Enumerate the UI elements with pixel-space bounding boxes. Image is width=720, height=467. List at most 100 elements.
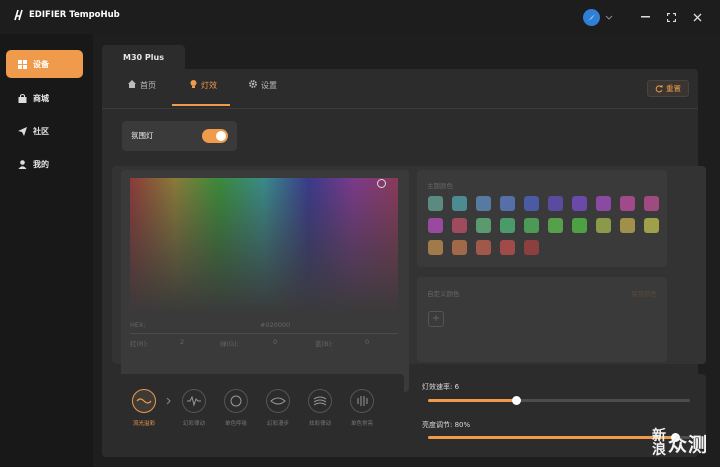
edifier-logo-icon: [14, 9, 23, 21]
effect-mode-eye[interactable]: 幻彩漫步: [258, 389, 298, 427]
sidebar-item-community[interactable]: 社区: [6, 117, 83, 145]
red-label: 红(R):: [130, 340, 149, 348]
tab-home[interactable]: 首页: [128, 80, 156, 106]
sidebar-item-label: 我的: [33, 159, 49, 169]
preset-swatch[interactable]: [452, 196, 467, 211]
effect-mode-label: 幻彩漫步: [266, 421, 289, 427]
close-button[interactable]: [684, 7, 710, 27]
preset-swatch[interactable]: [524, 218, 539, 233]
paper-plane-icon: [18, 126, 27, 136]
home-icon: [128, 80, 136, 88]
reset-button[interactable]: 重置: [647, 80, 689, 97]
preset-swatch[interactable]: [644, 218, 659, 233]
speed-slider-handle[interactable]: [512, 396, 522, 405]
app-title: EDIFIER TempoHub: [29, 10, 120, 20]
title-bar: EDIFIER TempoHub: [0, 0, 720, 34]
color-spectrum[interactable]: [130, 178, 398, 313]
preset-swatch[interactable]: [572, 196, 587, 211]
hex-label: HEX:: [130, 321, 146, 329]
preset-swatch[interactable]: [452, 218, 467, 233]
sidebar-item-label: 商城: [33, 93, 49, 103]
effect-mode-label: 流光溢彩: [132, 421, 155, 427]
ambient-light-toggle[interactable]: [202, 129, 228, 143]
red-value[interactable]: 2: [180, 338, 184, 346]
expand-icon: [666, 12, 676, 22]
tab-settings[interactable]: 设置: [249, 80, 277, 106]
speed-label: 灯效速率: 6: [422, 383, 460, 391]
preset-swatch[interactable]: [428, 218, 443, 233]
user-icon: [18, 159, 27, 169]
chevron-right-icon: [166, 397, 171, 405]
speed-slider-fill: [428, 399, 517, 402]
effect-mode-label: 幻彩律动: [182, 421, 205, 427]
effect-mode-swirl[interactable]: 炫彩律动: [300, 389, 340, 427]
close-icon: [693, 13, 701, 21]
device-tab[interactable]: M30 Plus: [102, 45, 185, 69]
preset-swatch[interactable]: [644, 196, 659, 211]
effect-mode-wave[interactable]: 流光溢彩: [124, 389, 164, 427]
main-content: M30 Plus 首页 灯效 设置 重置 氛围灯 HEX: #020000 红(…: [93, 34, 720, 467]
effect-mode-label: 炫彩律动: [308, 421, 331, 427]
watermark-char: 新: [651, 428, 667, 444]
tab-lighting[interactable]: 灯效: [172, 80, 230, 106]
sidebar-item-profile[interactable]: 我的: [6, 150, 83, 178]
preset-swatch[interactable]: [596, 196, 611, 211]
preset-swatch[interactable]: [548, 218, 563, 233]
effect-mode-circle[interactable]: 单色呼吸: [216, 389, 256, 427]
blue-value[interactable]: 0: [365, 338, 369, 346]
preset-swatch[interactable]: [620, 218, 635, 233]
sidebar-item-store[interactable]: 商城: [6, 84, 83, 112]
device-name: M30 Plus: [123, 52, 164, 62]
rocket-icon: [588, 13, 595, 21]
color-picker-handle[interactable]: [377, 179, 386, 188]
preset-swatch[interactable]: [476, 240, 491, 255]
preset-swatch[interactable]: [452, 240, 467, 255]
custom-colors-card: 自定义颜色 保存颜色 +: [417, 277, 667, 362]
preset-swatch[interactable]: [572, 218, 587, 233]
speed-slider[interactable]: [428, 396, 690, 405]
blue-label: 蓝(B):: [315, 340, 334, 348]
gear-icon: [249, 80, 257, 88]
tab-label: 灯效: [201, 81, 217, 90]
account-dropdown-chevron-icon[interactable]: [600, 7, 618, 27]
effect-modes-card: 流光溢彩 幻彩律动 单色呼吸 幻彩漫步 炫彩律动 单色常亮: [112, 374, 404, 450]
green-value[interactable]: 0: [273, 338, 277, 346]
watermark-char: 浪: [651, 442, 667, 458]
preset-swatch[interactable]: [476, 196, 491, 211]
custom-colors-action[interactable]: 保存颜色: [631, 288, 657, 298]
preset-swatch[interactable]: [620, 196, 635, 211]
wave-icon: [132, 389, 156, 413]
custom-colors-label: 自定义颜色: [427, 290, 460, 298]
reset-label: 重置: [666, 84, 681, 93]
preset-swatch[interactable]: [548, 196, 563, 211]
preset-swatch[interactable]: [500, 196, 515, 211]
green-label: 绿(G):: [220, 340, 239, 348]
refresh-icon: [655, 84, 663, 92]
maximize-button[interactable]: [658, 7, 684, 27]
preset-swatch[interactable]: [428, 196, 443, 211]
hex-field[interactable]: HEX: #020000: [130, 321, 398, 334]
brightness-slider[interactable]: [428, 433, 690, 442]
swirl-icon: [308, 389, 332, 413]
preset-swatch[interactable]: [500, 240, 515, 255]
effect-mode-label: 单色呼吸: [224, 421, 247, 427]
effect-mode-bars[interactable]: 单色常亮: [342, 389, 382, 427]
tab-bar: 首页 灯效 设置 重置: [102, 69, 698, 109]
preset-swatch[interactable]: [524, 240, 539, 255]
sidebar: 设备 商城 社区 我的: [0, 34, 93, 467]
minimize-button[interactable]: [632, 7, 658, 27]
tab-label: 首页: [140, 81, 156, 90]
effect-mode-pulse[interactable]: 幻彩律动: [174, 389, 214, 427]
tab-label: 设置: [261, 81, 277, 90]
circle-icon: [224, 389, 248, 413]
preset-swatch[interactable]: [476, 218, 491, 233]
watermark: 新 浪 众测: [652, 429, 708, 457]
sidebar-item-devices[interactable]: 设备: [6, 50, 83, 78]
sidebar-item-label: 设备: [33, 59, 49, 69]
preset-swatch[interactable]: [596, 218, 611, 233]
preset-swatch[interactable]: [524, 196, 539, 211]
preset-swatch[interactable]: [428, 240, 443, 255]
preset-swatch[interactable]: [500, 218, 515, 233]
user-avatar[interactable]: [583, 8, 600, 26]
add-custom-color-button[interactable]: +: [428, 311, 444, 327]
